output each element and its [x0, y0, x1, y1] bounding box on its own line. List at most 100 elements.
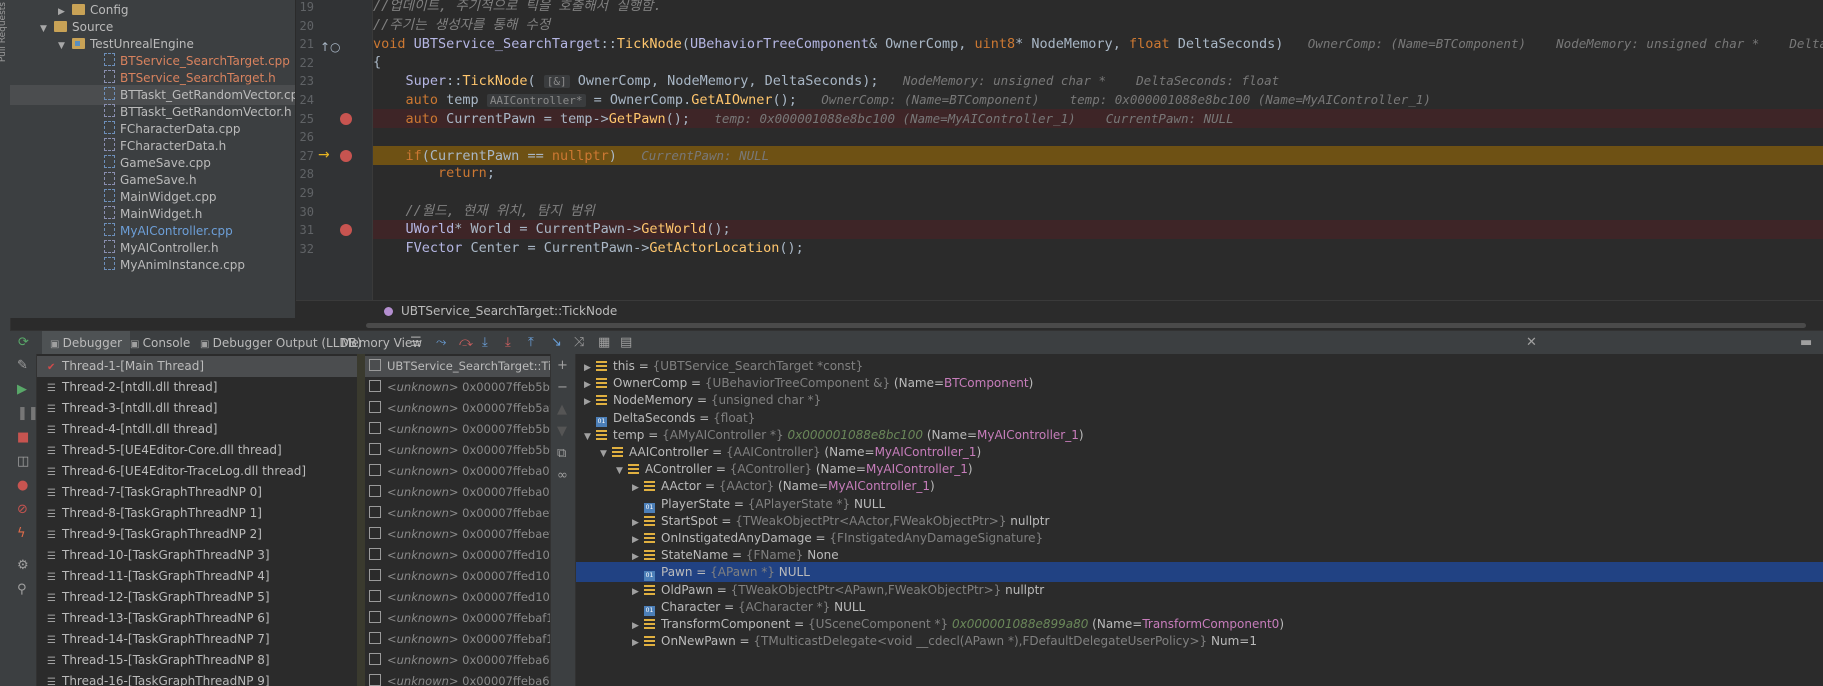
- frame-item[interactable]: <unknown> 0x00007ffed10d269: [365, 566, 550, 587]
- frames-list[interactable]: UBTService_SearchTarget::TickNode<unknow…: [365, 354, 551, 686]
- thread-item[interactable]: ☰ Thread-6-[UE4Editor-TraceLog.dll thread…: [37, 461, 357, 482]
- thread-item[interactable]: ☰ Thread-9-[TaskGraphThreadNP 2]: [37, 524, 357, 545]
- tree-item[interactable]: MyAnimInstance.cpp: [10, 255, 245, 275]
- thread-item[interactable]: ☰ Thread-11-[TaskGraphThreadNP 4]: [37, 566, 357, 587]
- threads-list[interactable]: ✔ Thread-1-[Main Thread] ☰ Thread-2-[ntdll.…: [37, 354, 358, 686]
- frame-address: 0x00007ffebaefd60: [462, 527, 550, 541]
- frame-item[interactable]: <unknown> 0x00007ffebaf1949: [365, 608, 550, 629]
- resume-icon[interactable]: ▶: [17, 382, 27, 397]
- frame-item[interactable]: <unknown> 0x00007ffeb5b1208: [365, 419, 550, 440]
- thread-item[interactable]: ☰ Thread-10-[TaskGraphThreadNP 3]: [37, 545, 357, 566]
- wrench-icon[interactable]: ✎: [17, 358, 28, 373]
- thread-item[interactable]: ☰ Thread-7-[TaskGraphThreadNP 0]: [37, 482, 357, 503]
- move-up-icon[interactable]: ▲: [557, 402, 567, 417]
- frame-item[interactable]: <unknown> 0x00007ffed10d29e: [365, 587, 550, 608]
- breakpoint-icon[interactable]: [340, 112, 352, 125]
- frame-item[interactable]: <unknown> 0x00007ffebaef442: [365, 503, 550, 524]
- frame-item[interactable]: <unknown> 0x00007ffeb5b414c: [365, 440, 550, 461]
- code-line[interactable]: auto temp AAIController* = OwnerComp.Get…: [373, 90, 1823, 109]
- frame-item[interactable]: <unknown> 0x00007ffed10d239: [365, 545, 550, 566]
- thread-item[interactable]: ☰ Thread-13-[TaskGraphThreadNP 6]: [37, 608, 357, 629]
- variable-row[interactable]: ▶ OnNewPawn = {TMulticastDelegate<void __…: [576, 631, 1823, 651]
- code-line[interactable]: //업데이트, 주기적으로 틱을 호출해서 실행함.: [373, 0, 1823, 16]
- thread-item[interactable]: ✔ Thread-1-[Main Thread]: [37, 356, 357, 377]
- thread-item[interactable]: ☰ Thread-16-[TaskGraphThreadNP 9]: [37, 671, 357, 686]
- thread-item[interactable]: ☰ Thread-14-[TaskGraphThreadNP 7]: [37, 629, 357, 650]
- layout-icon[interactable]: ◫: [17, 454, 29, 469]
- code-line[interactable]: void UBTService_SearchTarget::TickNode(U…: [373, 34, 1823, 53]
- evaluate-icon[interactable]: ⤨: [574, 335, 584, 350]
- variables-view[interactable]: ▶ this = {UBTService_SearchTarget *const}…: [576, 354, 1823, 686]
- remove-watch-icon[interactable]: −: [557, 380, 568, 395]
- tab-debugger[interactable]: ▣ Debugger: [42, 331, 131, 355]
- settings-icon[interactable]: ⚙: [17, 558, 29, 573]
- object-name: MyAIController_1: [977, 427, 1079, 442]
- code-line[interactable]: UWorld* World = CurrentPawn->GetWorld();: [373, 220, 1823, 240]
- editor-horizontal-scrollbar[interactable]: [296, 320, 1823, 330]
- thread-item[interactable]: ☰ Thread-5-[UE4Editor-Core.dll thread]: [37, 440, 357, 461]
- layout-settings-icon[interactable]: ▬: [1800, 335, 1812, 350]
- move-down-icon[interactable]: ▼: [557, 424, 567, 439]
- frame-item[interactable]: UBTService_SearchTarget::TickNode: [365, 356, 550, 377]
- thread-item[interactable]: ☰ Thread-3-[ntdll.dll thread]: [37, 398, 357, 419]
- code-line[interactable]: FVector Center = CurrentPawn->GetActorLo…: [373, 239, 1823, 258]
- frame-item[interactable]: <unknown> 0x00007ffeba0aee4: [365, 482, 550, 503]
- pin-icon[interactable]: ⚲: [17, 582, 27, 597]
- force-step-into-icon[interactable]: ⤓: [505, 335, 511, 350]
- object-name: MyAIController_1: [865, 462, 968, 477]
- step-over-icon[interactable]: ⤼: [459, 335, 473, 350]
- frames-layout-icon[interactable]: ▦: [598, 335, 610, 350]
- code-line[interactable]: Super::TickNode( [&] OwnerComp, NodeMemo…: [373, 71, 1823, 90]
- add-watch-icon[interactable]: +: [557, 358, 568, 373]
- thread-item[interactable]: ☰ Thread-15-[TaskGraphThreadNP 8]: [37, 650, 357, 671]
- code-line[interactable]: auto CurrentPawn = temp->GetPawn(); temp…: [373, 108, 1823, 128]
- duplicate-icon[interactable]: ⧉: [557, 446, 566, 461]
- thread-label: Thread-10-[TaskGraphThreadNP 3]: [62, 548, 270, 562]
- code-line[interactable]: if(CurrentPawn == nullptr) CurrentPawn: …: [373, 145, 1823, 165]
- pause-icon[interactable]: ❚❚: [17, 406, 39, 421]
- code-line[interactable]: [373, 127, 1823, 146]
- thread-item[interactable]: ☰ Thread-4-[ntdll.dll thread]: [37, 419, 357, 440]
- restore-layout-icon[interactable]: ▤: [620, 335, 632, 350]
- frame-address: 0x00007ffebaf1949: [462, 611, 550, 625]
- thread-icon: ☰: [47, 509, 56, 520]
- frame-item[interactable]: <unknown> 0x00007ffebaefd60: [365, 524, 550, 545]
- code-line[interactable]: //주기는 생성자를 통해 수정: [373, 16, 1823, 35]
- show-execution-point-icon[interactable]: ⤳: [436, 335, 446, 350]
- view-breakpoints-icon[interactable]: ●: [17, 478, 28, 493]
- tab-console[interactable]: ▣ Console: [122, 331, 198, 355]
- stop-icon[interactable]: ■: [17, 430, 29, 445]
- tab-memory-view[interactable]: Memory View: [333, 331, 430, 355]
- breadcrumb[interactable]: UBTService_SearchTarget::TickNode: [296, 300, 1823, 321]
- thread-item[interactable]: ☰ Thread-8-[TaskGraphThreadNP 1]: [37, 503, 357, 524]
- code-line[interactable]: {: [373, 53, 1823, 72]
- scrollbar-thumb[interactable]: [366, 323, 1806, 328]
- expand-arrow-icon[interactable]: ▶: [632, 633, 644, 653]
- thread-item[interactable]: ☰ Thread-2-[ntdll.dll thread]: [37, 377, 357, 398]
- pull-requests-tab[interactable]: Pull Requests: [0, 2, 8, 62]
- step-into-icon[interactable]: ⤓: [482, 335, 488, 350]
- frame-item[interactable]: <unknown> 0x00007ffebaf1fdd: [365, 629, 550, 650]
- breakpoint-icon[interactable]: [340, 224, 352, 237]
- breakpoint-icon[interactable]: [340, 149, 352, 162]
- frame-function: UBTService_SearchTarget::TickNode: [387, 359, 551, 373]
- code-line[interactable]: return;: [373, 164, 1823, 183]
- run-to-cursor-icon[interactable]: ↘: [551, 335, 562, 350]
- glasses-icon[interactable]: ∞: [557, 468, 568, 483]
- code-editor[interactable]: 19 20 21 22 23 24 25 26 27 → 28 29 30 31 32 ↑○ //업데이트,…: [296, 0, 1823, 300]
- code-line[interactable]: [373, 183, 1823, 202]
- override-gutter-icon[interactable]: ↑○: [320, 40, 341, 54]
- frame-item[interactable]: <unknown> 0x00007ffeba0791a: [365, 461, 550, 482]
- thread-item[interactable]: ☰ Thread-12-[TaskGraphThreadNP 5]: [37, 587, 357, 608]
- object-name: TransformComponent0: [1142, 617, 1280, 631]
- frame-item[interactable]: <unknown> 0x00007ffeb5b478: [365, 377, 550, 398]
- frame-item[interactable]: <unknown> 0x00007ffeba6032c: [365, 650, 550, 671]
- rerun-icon[interactable]: ⟳: [18, 335, 29, 350]
- frame-item[interactable]: <unknown> 0x00007ffeb5afb03: [365, 398, 550, 419]
- lightning-icon[interactable]: ϟ: [17, 526, 26, 541]
- close-icon[interactable]: ✕: [1526, 335, 1537, 350]
- frame-item[interactable]: <unknown> 0x00007ffeba60e84: [365, 671, 550, 686]
- mute-breakpoints-icon[interactable]: ⊘: [17, 502, 28, 517]
- code-line[interactable]: //월드, 현재 위치, 탐지 범위: [373, 202, 1823, 221]
- step-out-icon[interactable]: ⤒: [528, 335, 534, 350]
